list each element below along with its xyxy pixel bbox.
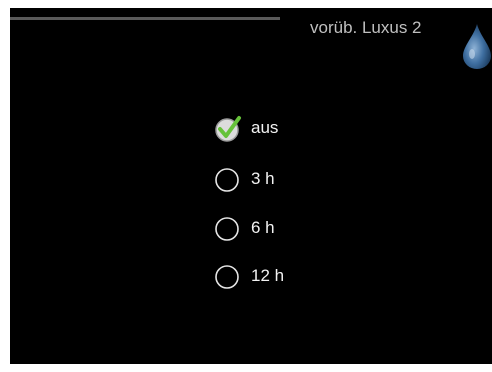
water-drop-icon xyxy=(463,24,491,69)
radio-unchecked-icon[interactable] xyxy=(214,166,242,194)
menu-title: vorüb. Luxus 2 xyxy=(310,18,422,37)
radio-unchecked-icon[interactable] xyxy=(214,263,242,291)
display-screen: vorüb. Luxus 2 aus 3 h 6 h 12 h xyxy=(10,8,492,364)
option-label: aus xyxy=(251,118,279,137)
option-label: 12 h xyxy=(251,266,285,285)
header-divider xyxy=(10,17,280,20)
option-label: 6 h xyxy=(251,218,275,237)
checkbox-checked-icon[interactable] xyxy=(214,115,242,143)
radio-unchecked-icon[interactable] xyxy=(214,215,242,243)
option-label: 3 h xyxy=(251,169,275,188)
